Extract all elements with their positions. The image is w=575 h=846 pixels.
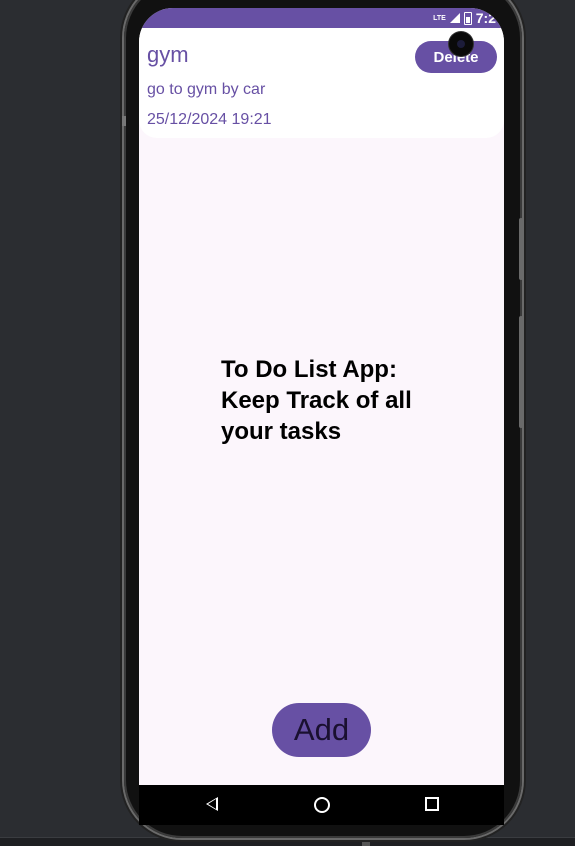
app-screen: LTE 7:2 gym go to gym by car 25/12/2024 …	[139, 8, 504, 785]
front-camera	[449, 32, 473, 56]
status-icons: LTE 7:2	[433, 10, 496, 26]
app-heading: To Do List App: Keep Track of all your t…	[221, 356, 412, 445]
ide-bottom-bar	[0, 837, 575, 846]
task-title: gym	[147, 42, 189, 67]
battery-icon	[463, 11, 472, 25]
frame-notch	[122, 116, 126, 126]
add-button[interactable]: Add	[272, 703, 371, 757]
network-type-label: LTE	[433, 14, 446, 22]
home-icon[interactable]	[314, 797, 330, 813]
power-button[interactable]	[519, 316, 523, 428]
signal-icon	[449, 13, 460, 23]
task-datetime: 25/12/2024 19:21	[147, 111, 272, 128]
navigation-bar	[139, 785, 504, 825]
status-time: 7:2	[475, 10, 496, 26]
task-description: go to gym by car	[147, 81, 266, 98]
volume-button[interactable]	[519, 218, 523, 280]
back-icon[interactable]	[206, 797, 218, 811]
recents-icon[interactable]	[425, 797, 439, 811]
ide-bottom-handle	[362, 838, 370, 846]
status-bar: LTE 7:2	[139, 8, 504, 30]
